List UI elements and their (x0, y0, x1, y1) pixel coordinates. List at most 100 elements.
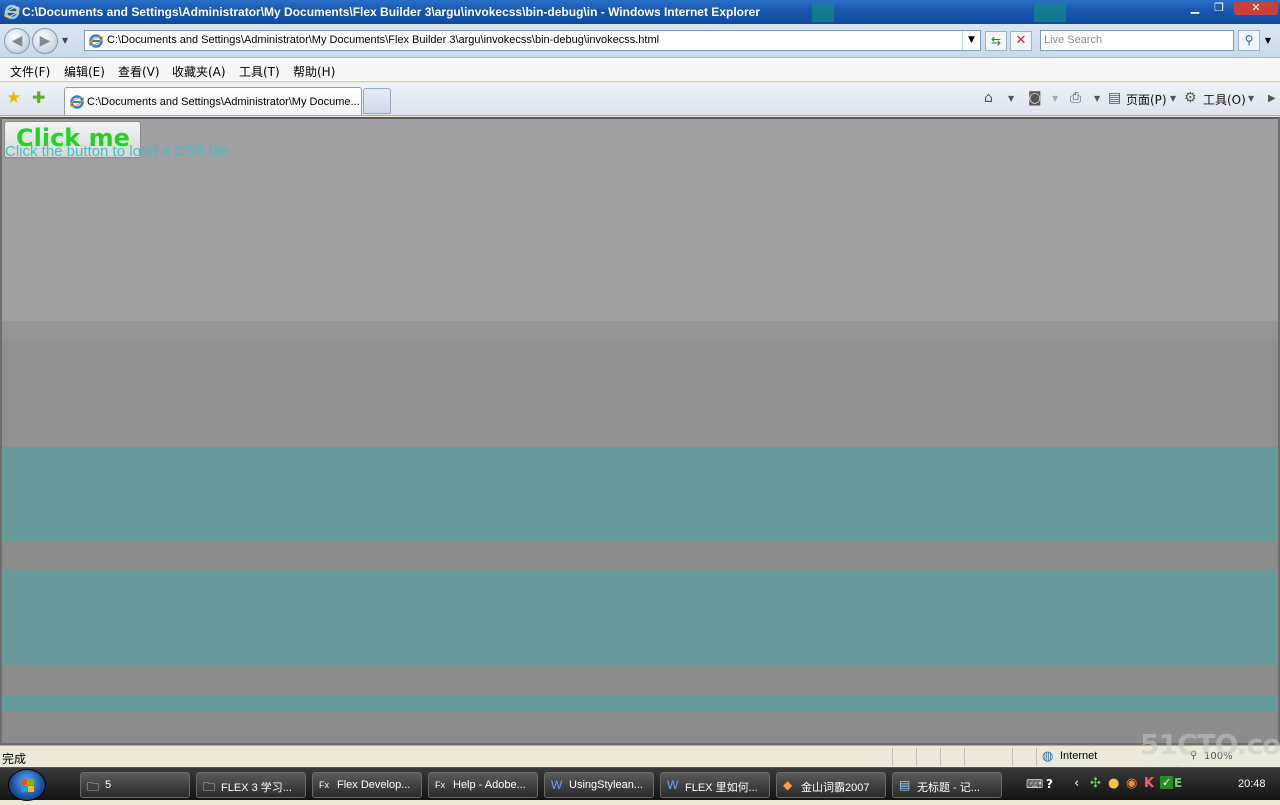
menu-edit[interactable]: 编辑(E) (64, 63, 105, 80)
status-divider (1036, 748, 1037, 766)
clock[interactable]: 20:48 (1238, 778, 1266, 790)
flex-icon: Fx (435, 780, 445, 790)
refresh-button[interactable]: ⇆ (985, 31, 1007, 51)
tools-menu[interactable]: 工具(O) (1203, 91, 1246, 108)
folder-icon: 🗀 (87, 780, 100, 794)
window-title: C:\Documents and Settings\Administrator\… (22, 5, 760, 19)
folder-icon: 🗀 (203, 780, 216, 794)
favorites-star-icon[interactable]: ★ (6, 88, 21, 108)
address-bar[interactable]: C:\Documents and Settings\Administrator\… (84, 30, 981, 51)
home-dropdown-icon[interactable]: ▼ (1008, 94, 1014, 103)
status-divider (1012, 748, 1013, 766)
tab-title: C:\Documents and Settings\Administrator\… (87, 96, 360, 108)
print-icon[interactable]: ⎙ (1070, 90, 1081, 106)
search-options-dropdown-icon[interactable]: ▼ (1262, 30, 1274, 51)
tray-app-icon[interactable]: ◉ (1126, 776, 1137, 791)
background-band (2, 321, 1278, 339)
chevron-right-icon[interactable]: ▶ (1268, 93, 1276, 104)
refresh-icon: ⇆ (990, 34, 1002, 48)
add-favorite-icon[interactable]: ✚ (32, 88, 45, 107)
page-icon: ▤ (1108, 90, 1122, 106)
chevron-left-icon[interactable]: ‹ (1074, 776, 1079, 791)
ie-logo-icon (4, 4, 20, 20)
tray-app-icon[interactable]: ✣ (1090, 776, 1101, 791)
tray-app-icon[interactable]: ✓ (1160, 776, 1174, 789)
title-bar: C:\Documents and Settings\Administrator\… (0, 0, 1280, 24)
back-button[interactable]: ◀ (4, 28, 30, 54)
page-menu[interactable]: 页面(P) (1126, 91, 1167, 108)
stop-icon: ✕ (1015, 33, 1027, 48)
status-divider (940, 748, 941, 766)
tools-dropdown-icon[interactable]: ▼ (1248, 94, 1254, 103)
watermark-logo: 51CTO.com (1140, 728, 1280, 761)
help-icon[interactable]: ? (1046, 777, 1053, 791)
background-band (2, 695, 1278, 712)
search-icon: ⚲ (1244, 33, 1254, 47)
menu-tools[interactable]: 工具(T) (239, 63, 280, 80)
search-input[interactable]: Live Search (1040, 30, 1234, 51)
menu-favorites[interactable]: 收藏夹(A) (172, 63, 226, 80)
word-icon: W (667, 778, 679, 792)
menu-help[interactable]: 帮助(H) (293, 63, 335, 80)
taskbar-item[interactable]: ◆ 金山词霸2007 (776, 772, 886, 798)
feeds-dropdown-icon[interactable]: ▼ (1052, 94, 1058, 103)
taskbar-item[interactable]: W FLEX 里如何... (660, 772, 770, 798)
menu-bar: 文件(F) 编辑(E) 查看(V) 收藏夹(A) 工具(T) 帮助(H) (0, 58, 1280, 82)
status-divider (964, 748, 965, 766)
status-text: 完成 (2, 752, 27, 766)
back-arrow-icon: ◀ (11, 33, 23, 49)
notepad-icon: ▤ (899, 778, 911, 792)
background-band (2, 339, 1278, 447)
word-icon: W (551, 778, 563, 792)
search-button[interactable]: ⚲ (1238, 30, 1260, 51)
flex-icon: Fx (319, 780, 329, 790)
tray-app-icon[interactable]: ● (1108, 776, 1119, 791)
gear-icon: ⚙ (1184, 90, 1197, 106)
ie-page-icon (88, 34, 104, 48)
taskbar-item[interactable]: Fx Flex Develop... (312, 772, 422, 798)
status-bar: 完成 ◍ Internet ⚲ 100% (0, 745, 1280, 767)
status-divider (892, 748, 893, 766)
title-bar-highlight (812, 3, 834, 22)
stop-button[interactable]: ✕ (1010, 31, 1032, 51)
windows-logo-icon (21, 779, 34, 792)
taskbar-item[interactable]: W UsingStylean... (544, 772, 654, 798)
address-dropdown-icon[interactable]: ▼ (962, 31, 980, 50)
minimize-button[interactable]: ▁ (1184, 1, 1206, 15)
forward-button[interactable]: ▶ (32, 28, 58, 54)
print-dropdown-icon[interactable]: ▼ (1094, 94, 1100, 103)
menu-view[interactable]: 查看(V) (118, 63, 160, 80)
tab-active[interactable]: C:\Documents and Settings\Administrator\… (64, 87, 362, 115)
new-tab-button[interactable] (363, 88, 391, 114)
home-icon[interactable]: ⌂ (984, 90, 993, 106)
keyboard-icon[interactable]: ⌨ (1026, 777, 1043, 791)
background-band (2, 570, 1278, 666)
address-url: C:\Documents and Settings\Administrator\… (107, 34, 660, 46)
address-toolbar: ◀ ▶ ▼ C:\Documents and Settings\Administ… (0, 24, 1280, 58)
maximize-button[interactable]: ❐ (1208, 1, 1230, 15)
taskbar-item[interactable]: 🗀 FLEX 3 学习... (196, 772, 306, 798)
forward-arrow-icon: ▶ (39, 33, 51, 49)
status-divider (916, 748, 917, 766)
menu-file[interactable]: 文件(F) (10, 63, 50, 80)
ie-page-icon (69, 95, 85, 109)
background-band (2, 447, 1278, 542)
globe-icon: ◍ (1042, 749, 1054, 764)
title-bar-highlight (1034, 3, 1066, 22)
tray-app-icon[interactable]: E (1174, 776, 1182, 790)
background-band (2, 666, 1278, 695)
start-button[interactable] (8, 769, 46, 801)
history-dropdown-icon[interactable]: ▼ (62, 36, 68, 45)
taskbar: 🗀 5 🗀 FLEX 3 学习... Fx Flex Develop... Fx Hel… (0, 767, 1280, 801)
taskbar-item[interactable]: Fx Help - Adobe... (428, 772, 538, 798)
dictionary-icon: ◆ (783, 778, 793, 792)
tray-app-icon[interactable]: K (1144, 776, 1154, 791)
page-dropdown-icon[interactable]: ▼ (1170, 94, 1176, 103)
taskbar-item[interactable]: 🗀 5 (80, 772, 190, 798)
close-button[interactable]: ✕ (1234, 1, 1278, 15)
feeds-icon[interactable]: ◙ (1028, 90, 1042, 106)
taskbar-item[interactable]: ▤ 无标题 - 记... (892, 772, 1002, 798)
instruction-label: Click the button to load a CSS file (5, 143, 229, 160)
security-zone[interactable]: Internet (1060, 750, 1097, 762)
background-band (2, 712, 1278, 743)
